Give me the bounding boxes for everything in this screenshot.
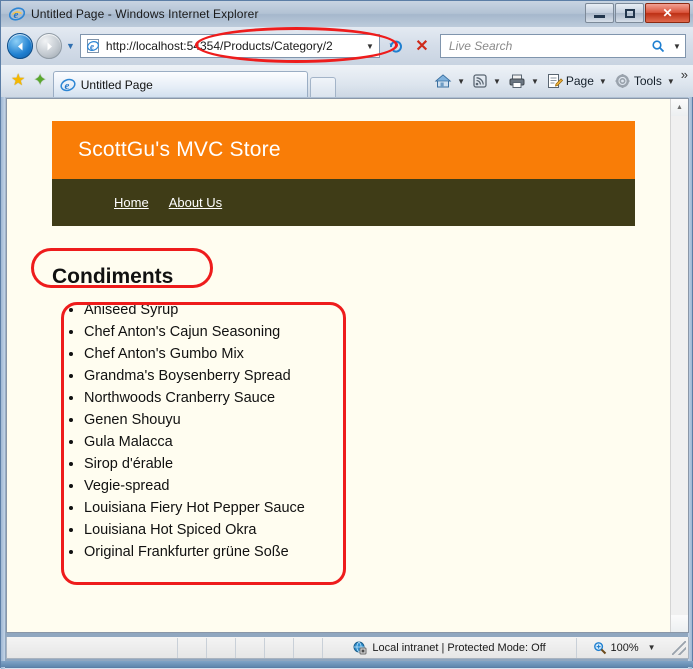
list-item: Gula Malacca — [84, 431, 305, 453]
site-title: ScottGu's MVC Store — [78, 138, 281, 161]
page-menu-label: Page — [565, 74, 594, 88]
home-dropdown-icon[interactable]: ▼ — [455, 77, 469, 86]
favorites-center-icon[interactable]: ★ — [11, 73, 25, 89]
address-input[interactable]: http://localhost:54354/Products/Category… — [106, 39, 361, 53]
page-title: Condiments — [52, 265, 174, 289]
stop-button[interactable]: ✕ — [410, 34, 434, 58]
list-item: Chef Anton's Gumbo Mix — [84, 343, 305, 365]
toolbar-overflow-icon[interactable]: » — [679, 67, 688, 82]
svg-text:e: e — [14, 9, 19, 21]
status-cell — [236, 638, 264, 658]
address-bar[interactable]: e http://localhost:54354/Products/Catego… — [79, 34, 380, 58]
page-menu-button[interactable]: Page — [543, 68, 597, 94]
scroll-down-button[interactable] — [671, 615, 688, 632]
list-item: Grandma's Boysenberry Spread — [84, 365, 305, 387]
tab-bar: ★ ✦ e Untitled Page ▼ ▼ ▼ Page ▼ Tools ▼… — [1, 65, 693, 97]
list-item: Aniseed Syrup — [84, 299, 305, 321]
add-to-favorites-icon[interactable]: ✦ — [33, 73, 46, 89]
security-zone-status[interactable]: Local intranet | Protected Mode: Off — [323, 641, 576, 655]
zoom-level-label: 100% — [610, 641, 639, 654]
page-menu-icon — [547, 74, 563, 88]
forward-arrow-icon — [47, 42, 52, 50]
status-cell — [265, 638, 293, 658]
page-dropdown-icon[interactable]: ▼ — [597, 77, 611, 86]
list-item: Genen Shouyu — [84, 409, 305, 431]
list-item: Sirop d'érable — [84, 453, 305, 475]
feeds-dropdown-icon[interactable]: ▼ — [491, 77, 505, 86]
print-dropdown-icon[interactable]: ▼ — [529, 77, 543, 86]
zoom-dropdown-icon[interactable]: ▼ — [648, 643, 656, 652]
title-bar: e Untitled Page - Windows Internet Explo… — [1, 1, 693, 27]
window-edge-left — [1, 1, 5, 669]
tab-label: Untitled Page — [80, 77, 153, 92]
list-item: Northwoods Cranberry Sauce — [84, 387, 305, 409]
vertical-scrollbar[interactable]: ▲ — [670, 99, 688, 632]
printer-icon — [509, 74, 525, 88]
tools-menu-label: Tools — [633, 74, 662, 88]
content-frame: ScottGu's MVC Store Home About Us Condim… — [6, 98, 689, 633]
list-item: Louisiana Fiery Hot Pepper Sauce — [84, 497, 305, 519]
product-list: Aniseed Syrup Chef Anton's Cajun Seasoni… — [52, 299, 305, 563]
tab-favicon-icon: e — [60, 77, 76, 93]
status-cell — [207, 638, 235, 658]
search-icon[interactable] — [647, 39, 669, 53]
zoom-control[interactable]: 100% ▼ — [577, 641, 672, 655]
window-edge-bottom — [1, 661, 693, 667]
svg-text:e: e — [90, 42, 94, 52]
refresh-icon — [389, 40, 402, 53]
ie-logo-icon: e — [8, 6, 26, 22]
svg-text:e: e — [64, 80, 69, 92]
search-dropdown-icon[interactable]: ▼ — [669, 42, 685, 51]
address-dropdown-icon[interactable]: ▼ — [361, 42, 379, 51]
minimize-button[interactable] — [585, 3, 614, 23]
list-item: Chef Anton's Cajun Seasoning — [84, 321, 305, 343]
home-icon — [434, 74, 452, 88]
maximize-icon — [624, 8, 635, 18]
minimize-icon — [594, 15, 605, 18]
search-input[interactable]: Live Search — [441, 39, 647, 53]
tools-menu-button[interactable]: Tools — [611, 68, 665, 94]
command-bar: ▼ ▼ ▼ Page ▼ Tools ▼ » — [431, 65, 693, 97]
tools-dropdown-icon[interactable]: ▼ — [665, 77, 679, 86]
status-cell — [178, 638, 206, 658]
nav-link-about-us[interactable]: About Us — [169, 195, 222, 210]
favorites-buttons: ★ ✦ — [1, 65, 53, 97]
scroll-up-button[interactable]: ▲ — [671, 99, 688, 116]
back-arrow-icon — [17, 42, 22, 50]
window-title: Untitled Page - Windows Internet Explore… — [31, 7, 259, 21]
status-bar: Local intranet | Protected Mode: Off 100… — [6, 637, 689, 659]
zoom-magnifier-icon — [594, 641, 607, 654]
forward-button[interactable] — [36, 33, 62, 59]
search-box[interactable]: Live Search ▼ — [439, 34, 686, 58]
page-icon: e — [85, 38, 101, 54]
print-button[interactable] — [505, 68, 529, 94]
security-zone-label: Local intranet | Protected Mode: Off — [372, 641, 546, 654]
site-banner: ScottGu's MVC Store — [52, 121, 635, 179]
browser-window: e Untitled Page - Windows Internet Explo… — [0, 0, 693, 669]
recent-pages-dropdown[interactable]: ▼ — [66, 41, 75, 51]
list-item: Louisiana Hot Spiced Okra — [84, 519, 305, 541]
gear-icon — [615, 74, 630, 88]
rss-feed-icon — [473, 74, 487, 88]
nav-link-home[interactable]: Home — [114, 195, 149, 210]
maximize-button[interactable] — [615, 3, 644, 23]
feeds-button[interactable] — [469, 68, 491, 94]
site-navigation: Home About Us — [52, 179, 635, 226]
new-tab-button[interactable] — [309, 77, 336, 97]
status-cell — [294, 638, 322, 658]
window-controls: ✕ — [584, 3, 690, 23]
list-item: Vegie-spread — [84, 475, 305, 497]
back-button[interactable] — [7, 33, 33, 59]
close-button[interactable]: ✕ — [645, 3, 690, 23]
web-page: ScottGu's MVC Store Home About Us Condim… — [7, 99, 673, 632]
internet-zone-icon — [353, 641, 367, 654]
browser-tab[interactable]: e Untitled Page — [52, 71, 308, 97]
home-button[interactable] — [431, 68, 455, 94]
window-resize-grip[interactable] — [672, 640, 686, 655]
list-item: Original Frankfurter grüne Soße — [84, 541, 305, 563]
navigation-toolbar: ▼ e http://localhost:54354/Products/Cate… — [1, 27, 693, 65]
refresh-button[interactable] — [382, 33, 410, 59]
